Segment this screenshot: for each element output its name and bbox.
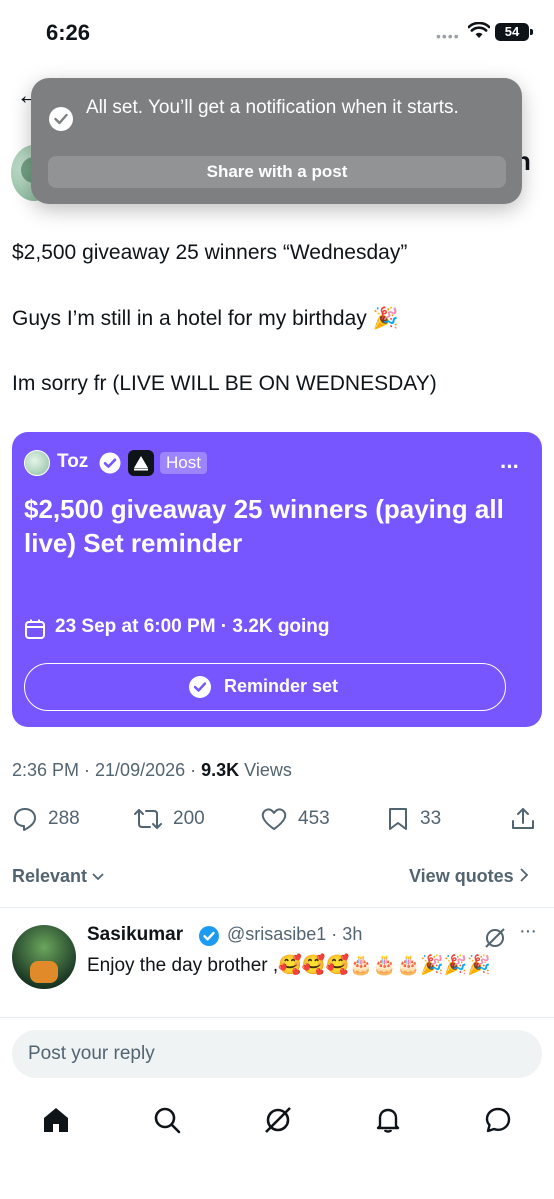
home-icon[interactable] — [40, 1104, 72, 1136]
post-text-line: Im sorry fr (LIVE WILL BE ON WEDNESDAY) — [12, 372, 437, 395]
like-button[interactable]: 453 — [260, 805, 330, 833]
wifi-icon — [467, 21, 491, 45]
reply-input[interactable]: Post your reply — [12, 1030, 542, 1078]
post-meta: 2:36 PM · 21/09/2026 · 9.3K Views — [12, 760, 292, 781]
affiliate-logo-icon — [128, 450, 154, 476]
views-label: Views — [239, 760, 292, 780]
space-title: $2,500 giveaway 25 winners (paying all l… — [24, 494, 504, 558]
check-circle-icon — [189, 676, 211, 698]
space-card[interactable]: Toz Host ··· $2,500 giveaway 25 winners … — [12, 432, 542, 727]
repost-button[interactable]: 200 — [133, 805, 205, 833]
post-timestamp: 2:36 PM · 21/09/2026 · — [12, 760, 202, 780]
reply-count: 288 — [48, 808, 80, 829]
view-quotes-link[interactable]: View quotes — [409, 866, 529, 887]
reply-icon — [14, 808, 36, 831]
reply-handle: @srisasibe1 · 3h — [227, 924, 363, 944]
bottom-tab-bar — [0, 1100, 554, 1140]
host-badge: Host — [160, 452, 207, 474]
more-options-icon[interactable]: ··· — [519, 920, 537, 943]
heart-icon — [261, 808, 287, 830]
reply-item[interactable]: Sasikumar @srisasibe1 · 3h ··· Enjoy the… — [0, 910, 554, 1018]
search-icon[interactable] — [151, 1104, 183, 1136]
view-quotes-label: View quotes — [409, 866, 514, 886]
host-name: Toz — [57, 451, 89, 472]
chevron-right-icon — [520, 868, 528, 882]
views-count[interactable]: 9.3K — [201, 760, 239, 780]
share-icon — [512, 808, 534, 829]
notification-toast: All set. You’ll get a notification when … — [31, 78, 522, 204]
post-text-line: $2,500 giveaway 25 winners “Wednesday” — [12, 241, 408, 264]
bookmark-icon — [389, 808, 407, 830]
reply-text: Enjoy the day brother ,🥰🥰🥰🎂🎂🎂🎉🎉🎉 — [87, 955, 492, 976]
host-avatar — [24, 450, 50, 476]
verified-badge-icon — [98, 451, 122, 480]
repost-icon — [134, 809, 162, 829]
reminder-label: Reminder set — [224, 676, 339, 696]
replies-header: Relevant View quotes — [0, 858, 554, 908]
bookmark-button[interactable]: 33 — [386, 805, 441, 833]
bell-icon[interactable] — [372, 1104, 404, 1136]
reply-button[interactable]: 288 — [12, 805, 80, 833]
battery-indicator: 54 — [495, 23, 533, 41]
sort-dropdown[interactable]: Relevant — [12, 866, 104, 887]
post-text-line: Guys I’m still in a hotel for my birthda… — [12, 307, 399, 330]
signal-icon: •••• — [436, 28, 460, 44]
reminder-set-button[interactable]: Reminder set — [24, 663, 506, 711]
check-circle-icon — [49, 107, 73, 131]
toast-message: All set. You’ll get a notification when … — [86, 97, 459, 118]
repost-count: 200 — [173, 808, 205, 829]
more-options-icon[interactable]: ··· — [500, 454, 520, 480]
space-schedule: 23 Sep at 6:00 PM · 3.2K going — [55, 616, 330, 637]
like-count: 453 — [298, 808, 330, 829]
status-bar: 6:26 •••• 54 — [0, 0, 554, 70]
reply-author-name[interactable]: Sasikumar — [87, 924, 183, 946]
reply-avatar[interactable] — [12, 925, 76, 989]
verified-badge-icon — [198, 925, 220, 952]
sort-label: Relevant — [12, 866, 88, 886]
messages-icon[interactable] — [482, 1104, 514, 1136]
chevron-down-icon — [92, 873, 104, 881]
share-button[interactable] — [510, 805, 536, 833]
grok-icon[interactable] — [483, 926, 507, 955]
status-time: 6:26 — [46, 20, 91, 45]
calendar-icon — [24, 618, 46, 645]
grok-icon[interactable] — [262, 1104, 294, 1136]
bookmark-count: 33 — [420, 808, 442, 829]
share-with-post-button[interactable]: Share with a post — [48, 156, 506, 188]
reply-input-placeholder: Post your reply — [28, 1043, 155, 1064]
